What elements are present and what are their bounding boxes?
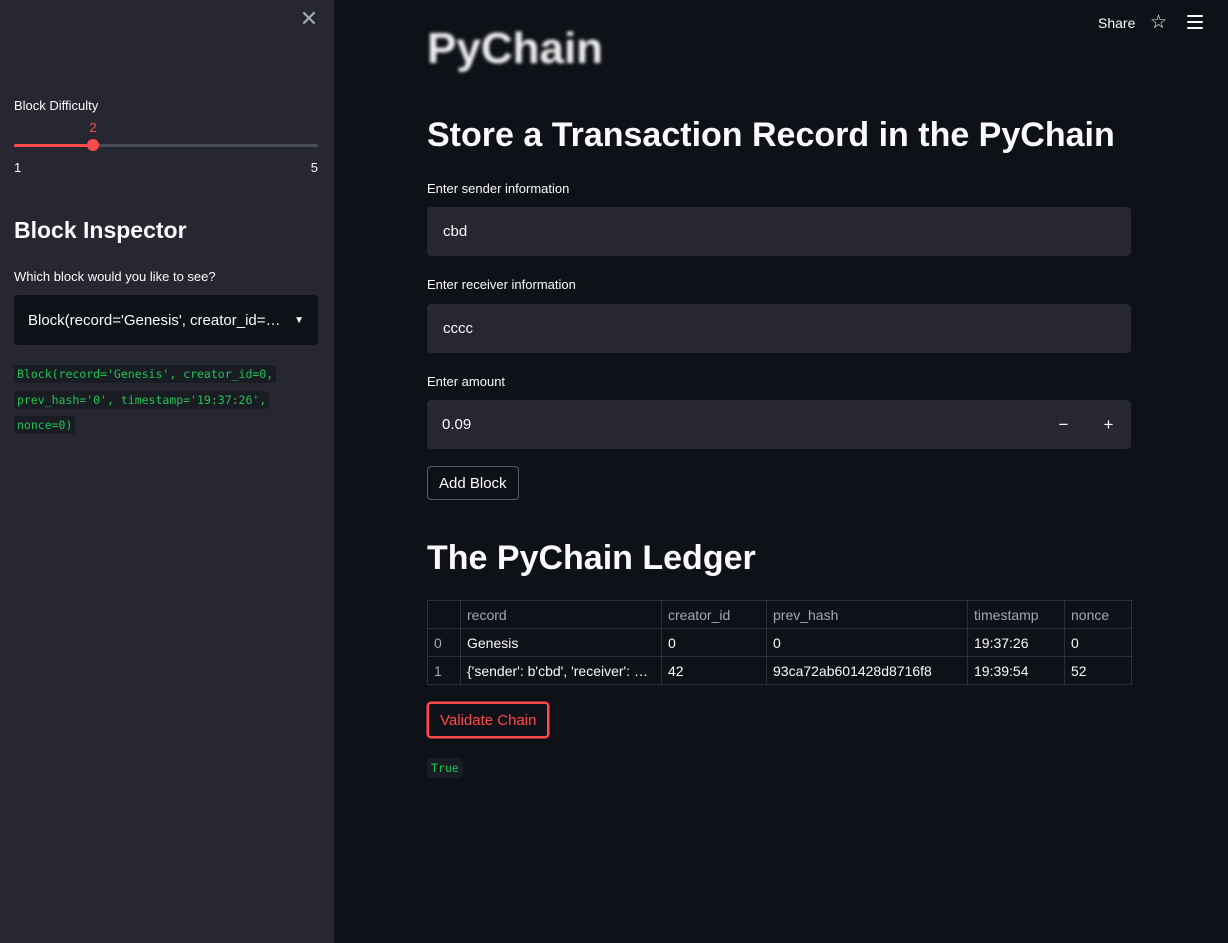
page-title: PyChain — [427, 24, 604, 73]
timestamp-cell: 19:39:54 — [967, 656, 1065, 685]
creator-id-cell: 42 — [661, 656, 767, 685]
ledger-table[interactable]: record creator_id prev_hash timestamp no… — [427, 600, 1132, 685]
table-header-row: record creator_id prev_hash timestamp no… — [427, 600, 1132, 629]
receiver-label: Enter receiver information — [427, 277, 576, 292]
block-inspector-heading: Block Inspector — [14, 217, 187, 243]
slider-max-label: 5 — [310, 160, 318, 175]
record-cell: {'sender': b'cbd', 'receiver': b'cccc', … — [460, 656, 662, 685]
prev-hash-cell: 0 — [766, 628, 968, 657]
slider-thumb[interactable] — [87, 139, 99, 151]
column-header-record[interactable]: record — [460, 600, 662, 629]
validate-output: True — [427, 758, 463, 778]
column-header-timestamp[interactable]: timestamp — [967, 600, 1065, 629]
amount-label: Enter amount — [427, 374, 506, 389]
amount-input[interactable] — [427, 400, 1041, 449]
row-index: 1 — [427, 656, 461, 685]
row-index: 0 — [427, 628, 461, 657]
star-icon[interactable]: ☆ — [1150, 13, 1167, 33]
block-select[interactable]: Block(record='Genesis', creator_id=0, pr… — [14, 295, 318, 345]
nonce-cell: 0 — [1064, 628, 1132, 657]
validate-chain-button[interactable]: Validate Chain — [427, 702, 550, 738]
share-button[interactable]: Share — [1098, 15, 1135, 31]
column-header-creator-id[interactable]: creator_id — [661, 600, 767, 629]
hamburger-menu-icon[interactable] — [1187, 15, 1203, 29]
store-transaction-heading: Store a Transaction Record in the PyChai… — [427, 116, 1115, 154]
increment-button[interactable]: + — [1086, 400, 1131, 449]
add-block-button[interactable]: Add Block — [427, 466, 519, 500]
prev-hash-cell: 93ca72ab601428d8716f8 — [766, 656, 968, 685]
slider-min-label: 1 — [14, 160, 22, 175]
block-output: Block(record='Genesis', creator_id=0, pr… — [14, 362, 304, 439]
block-select-value: Block(record='Genesis', creator_id=0, pr… — [28, 311, 294, 329]
table-row[interactable]: 0 Genesis 0 0 19:37:26 0 — [427, 628, 1132, 657]
slider-fill — [14, 144, 93, 147]
column-header-index[interactable] — [427, 600, 461, 629]
table-row[interactable]: 1 {'sender': b'cbd', 'receiver': b'cccc'… — [427, 656, 1132, 685]
timestamp-cell: 19:37:26 — [967, 628, 1065, 657]
sender-label: Enter sender information — [427, 181, 570, 196]
creator-id-cell: 0 — [661, 628, 767, 657]
chevron-down-icon[interactable]: ▼ — [294, 315, 304, 326]
close-icon[interactable]: ✕ — [299, 8, 319, 30]
receiver-input[interactable] — [427, 304, 1131, 353]
sidebar: ✕ Block Difficulty 2 1 5 Block Inspector… — [0, 0, 334, 943]
decrement-button[interactable]: − — [1041, 400, 1086, 449]
slider-value: 2 — [89, 120, 97, 135]
nonce-cell: 52 — [1064, 656, 1132, 685]
block-output-text: Block(record='Genesis', creator_id=0, pr… — [14, 365, 277, 434]
block-difficulty-label: Block Difficulty — [14, 98, 99, 113]
column-header-prev-hash[interactable]: prev_hash — [766, 600, 968, 629]
ledger-heading: The PyChain Ledger — [427, 539, 756, 577]
block-select-label: Which block would you like to see? — [14, 269, 216, 284]
sender-input[interactable] — [427, 207, 1131, 256]
column-header-nonce[interactable]: nonce — [1064, 600, 1132, 629]
record-cell: Genesis — [460, 628, 662, 657]
block-difficulty-slider[interactable]: 2 1 5 — [14, 120, 318, 180]
amount-stepper: − + — [427, 400, 1131, 449]
